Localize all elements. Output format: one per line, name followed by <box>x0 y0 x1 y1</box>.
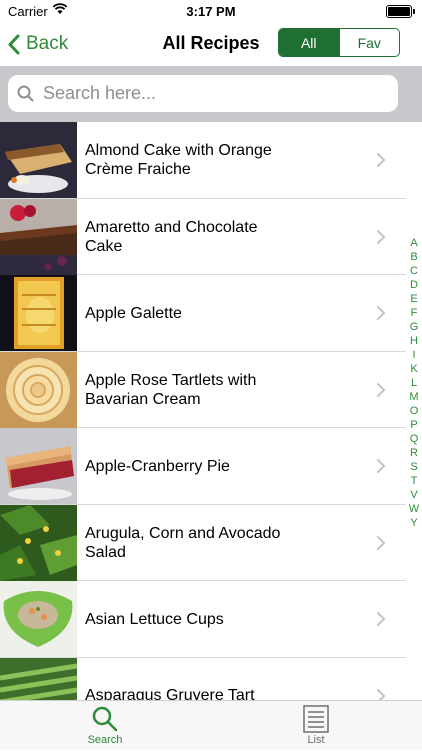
recipe-name: Apple Rose Tartlets with Bavarian Cream <box>85 371 257 408</box>
recipe-name: Amaretto and Chocolate Cake <box>85 218 258 255</box>
recipe-list: Almond Cake with Orange Crème Fraiche Am… <box>0 122 406 700</box>
list-item[interactable]: Arugula, Corn and Avocado Salad <box>0 504 406 581</box>
recipe-thumbnail <box>0 198 77 275</box>
recipe-name: Almond Cake with Orange Crème Fraiche <box>85 142 272 178</box>
index-letter[interactable]: B <box>406 250 422 264</box>
recipe-thumbnail <box>0 657 77 700</box>
search-field-container <box>8 75 398 112</box>
index-letter[interactable]: H <box>406 334 422 348</box>
search-bar <box>0 66 422 122</box>
tab-label: List <box>307 734 325 746</box>
chevron-right-icon <box>377 153 386 167</box>
recipe-name: Arugula, Corn and Avocado Salad <box>85 524 281 561</box>
index-letter[interactable]: C <box>406 264 422 278</box>
chevron-right-icon <box>377 382 386 397</box>
index-letter[interactable]: S <box>406 460 422 474</box>
index-letter[interactable]: W <box>406 502 422 516</box>
recipe-name: Apple Galette <box>85 304 182 322</box>
tab-search[interactable]: Search <box>65 701 145 751</box>
search-icon <box>17 85 34 102</box>
index-letter[interactable]: D <box>406 278 422 292</box>
list-item[interactable]: Apple Galette <box>0 275 406 352</box>
list-item[interactable]: Apple-Cranberry Pie <box>0 428 406 505</box>
section-index[interactable]: ABCDEFGHIKLMOPQRSTVWY <box>406 236 422 530</box>
index-letter[interactable]: K <box>406 362 422 376</box>
index-letter[interactable]: P <box>406 418 422 432</box>
tab-label: Search <box>87 734 123 746</box>
filter-segmented-control: All Fav <box>278 28 400 57</box>
index-letter[interactable]: F <box>406 306 422 320</box>
chevron-right-icon <box>377 688 386 700</box>
index-letter[interactable]: O <box>406 404 422 418</box>
recipe-name: Apple-Cranberry Pie <box>85 457 230 475</box>
recipe-name: Asian Lettuce Cups <box>85 610 224 628</box>
chevron-right-icon <box>377 229 386 244</box>
index-letter[interactable]: L <box>406 376 422 390</box>
index-letter[interactable]: V <box>406 488 422 502</box>
search-icon <box>92 706 118 732</box>
search-input[interactable] <box>41 82 375 105</box>
chevron-right-icon <box>377 535 386 550</box>
list-item[interactable]: Asian Lettuce Cups <box>0 581 406 658</box>
recipe-thumbnail <box>0 275 77 351</box>
index-letter[interactable]: I <box>406 348 422 362</box>
index-letter[interactable]: G <box>406 320 422 334</box>
recipe-thumbnail <box>0 351 77 428</box>
status-bar: Carrier 3:17 PM <box>0 0 422 22</box>
chevron-right-icon <box>377 459 386 473</box>
navigation-bar: Back All Recipes All Fav <box>0 22 422 66</box>
index-letter[interactable]: T <box>406 474 422 488</box>
recipe-thumbnail <box>0 504 77 581</box>
recipe-thumbnail <box>0 581 77 657</box>
recipe-thumbnail <box>0 122 77 198</box>
chevron-right-icon <box>377 306 386 320</box>
clock: 3:17 PM <box>186 4 236 19</box>
index-letter[interactable]: Y <box>406 516 422 530</box>
list-item[interactable]: Asparagus Gruyere Tart <box>0 657 406 700</box>
index-letter[interactable]: E <box>406 292 422 306</box>
index-letter[interactable]: M <box>406 390 422 404</box>
chevron-right-icon <box>377 612 386 626</box>
battery-icon <box>386 5 415 18</box>
index-letter[interactable]: Q <box>406 432 422 446</box>
tab-bar: Search List <box>0 700 422 750</box>
segment-all[interactable]: All <box>279 29 339 56</box>
recipe-name: Asparagus Gruyere Tart <box>85 687 255 700</box>
index-letter[interactable]: A <box>406 236 422 250</box>
list-icon <box>303 705 329 733</box>
segment-fav[interactable]: Fav <box>338 29 400 56</box>
list-item[interactable]: Amaretto and Chocolate Cake <box>0 198 406 275</box>
list-item[interactable]: Apple Rose Tartlets with Bavarian Cream <box>0 351 406 428</box>
index-letter[interactable]: R <box>406 446 422 460</box>
recipe-thumbnail <box>0 428 77 504</box>
tab-list[interactable]: List <box>276 701 356 751</box>
list-item[interactable]: Almond Cake with Orange Crème Fraiche <box>0 122 406 199</box>
